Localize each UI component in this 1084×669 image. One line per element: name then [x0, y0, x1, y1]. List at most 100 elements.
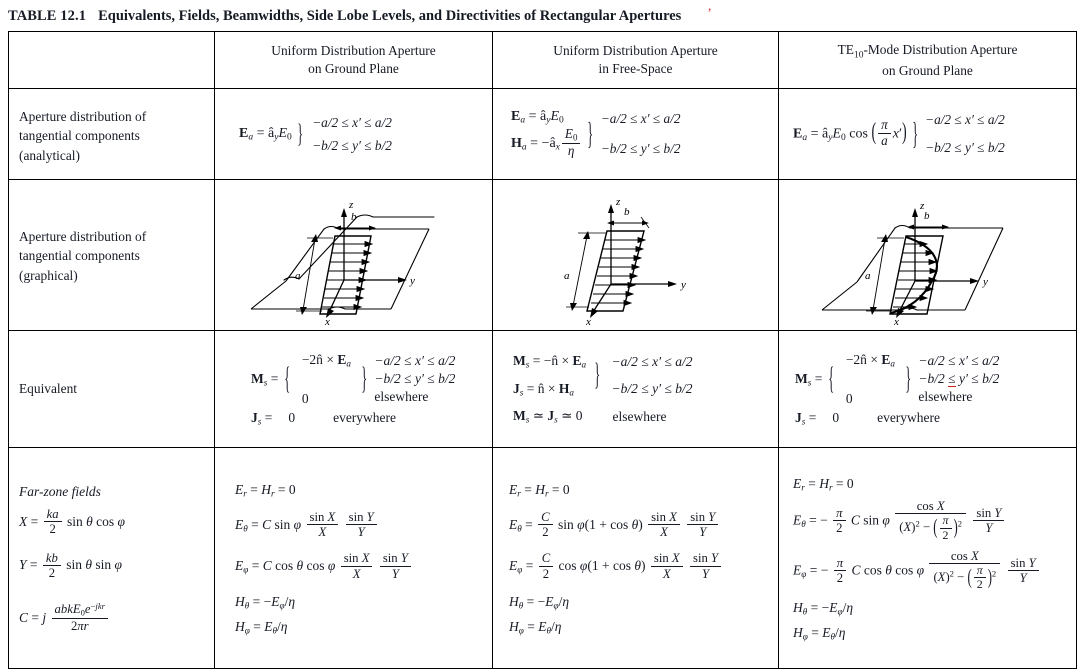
case-brace-close: } [361, 361, 368, 397]
table-title-bar: TABLE 12.1 Equivalents, Fields, Beamwidt… [8, 4, 1076, 28]
row-label-line-2: tangential components [19, 248, 140, 264]
eq-Hphi: Hφ = Eθ/η [509, 619, 562, 636]
equation-Ha-free-space: Ha = −âx E0 η [511, 127, 582, 159]
header-line-2: in Free-Space [598, 61, 673, 76]
eq-Ephi: Eφ = − π2 C cos θ cos φ cos X (X)2 − (π 2)… [793, 549, 1068, 593]
te-mode-subscript: 10 [853, 50, 864, 61]
cell-graphical-te10-ground-plane: z y x b a [778, 179, 1077, 331]
header-cell-blank [8, 31, 215, 89]
equation-Ms-Js-elsewhere: Ms ≃ Js ≃ 0 [513, 408, 583, 425]
equation-Ms-free-space: Ms = −n̂ × Ea [513, 353, 587, 370]
cell-equivalent-uniform-free-space: Ms = −n̂ × Ea Js = n̂ × Ha } −a/2 ≤ x′ ≤… [492, 330, 779, 448]
condition-y: −b/2 ≤ y′ ≤ b/2 [374, 371, 456, 387]
eq-Etheta: Eθ = C2 sin φ(1 + cos θ) sin XX sin YY [509, 510, 770, 540]
label-Js: Js = [251, 409, 273, 427]
header-line-1: Uniform Distribution Aperture [553, 43, 718, 59]
condition-x: −a/2 ≤ x′ ≤ a/2 [600, 111, 681, 126]
ms-case-2: 0 [845, 390, 853, 406]
row-label-line-1: Aperture distribution of [19, 109, 147, 125]
definition-Y: Y = kb 2 sin θ sin φ [19, 550, 123, 580]
figure-aperture-free-space-uniform: z y x b a [564, 196, 686, 326]
header-line-1: Uniform Distribution Aperture [271, 43, 436, 59]
cell-far-zone-uniform-ground-plane: Er = Hr = 0 Eθ = C sin φ sin XX sin YY E… [214, 447, 493, 669]
svg-text:y: y [409, 275, 415, 287]
header-line-2: on Ground Plane [308, 61, 399, 76]
table-header-row: Uniform Distribution Aperture on Ground … [8, 31, 1077, 89]
eq-Ephi: Eφ = C cos θ cos φ sin XX sin YY [235, 551, 484, 581]
row-label-line-2: tangential components [19, 128, 140, 144]
row-label-line-3: (analytical) [19, 147, 80, 163]
header-line-1: TE10-Mode Distribution Aperture [785, 41, 1070, 62]
label-Js: Js = [795, 409, 817, 427]
red-annotation-mark: ʼ [707, 4, 712, 20]
header-cell-uniform-free-space: Uniform Distribution Aperture in Free-Sp… [492, 31, 779, 89]
condition-x: −a/2 ≤ x′ ≤ a/2 [312, 114, 392, 130]
aperture-equivalents-table: Uniform Distribution Aperture on Ground … [8, 31, 1077, 669]
ms-case-1: −2n̂ × Ea [301, 351, 351, 369]
te-suffix: -Mode Distribution Aperture [863, 41, 1018, 57]
js-value: 0 [288, 409, 296, 425]
case-brace: } [911, 116, 918, 152]
condition-y: −b/2 ≤ y′ ≤ b/2 [611, 380, 693, 396]
header-line-2: on Ground Plane [882, 62, 973, 78]
svg-text:b: b [624, 206, 630, 218]
ms-case-2: 0 [301, 390, 309, 406]
cell-graphical-uniform-ground-plane: z y x b a [214, 179, 493, 331]
eq-Etheta: Eθ = − π2 C sin φ cos X (X)2 − (π 2)2 sin … [793, 499, 1068, 543]
js-value: 0 [832, 409, 840, 425]
case-brace-close: } [905, 361, 912, 397]
row-label-text: Equivalent [19, 381, 78, 397]
row-far-zone-fields: Far-zone fields X = ka 2 sin θ cos φ Y = … [8, 447, 1077, 669]
eq-Er-Hr: Er = Hr = 0 [509, 482, 570, 499]
row-label-equivalent: Equivalent [8, 330, 215, 448]
case-brace: } [297, 119, 303, 149]
condition-y: −b/2 ≤ y′ ≤ b/2 [925, 140, 1005, 155]
svg-text:x: x [324, 316, 330, 326]
label-elsewhere: elsewhere [612, 408, 667, 424]
row-label-aperture-graphical: Aperture distribution of tangential comp… [8, 179, 215, 331]
row-equivalent: Equivalent Ms = { −2n̂ × Ea 0 } −a/2 ≤ x… [8, 330, 1077, 448]
condition-elsewhere: elsewhere [918, 389, 973, 405]
row-aperture-distribution-graphical: Aperture distribution of tangential comp… [8, 179, 1077, 331]
case-brace: } [594, 357, 601, 393]
table-caption-text: Equivalents, Fields, Beamwidths, Side Lo… [98, 7, 682, 24]
svg-text:x: x [585, 316, 591, 326]
eq-Er-Hr: Er = Hr = 0 [793, 476, 854, 493]
header-cell-te10-ground-plane: TE10-Mode Distribution Aperture on Groun… [778, 31, 1077, 89]
cell-equivalent-te10-ground-plane: Ms = { −2n̂ × Ea 0 } −a/2 ≤ x′ ≤ a/2 −b/… [778, 330, 1077, 448]
definition-C: C = j abkE0e−jkr 2πr [19, 601, 206, 634]
eq-Er-Hr: Er = Hr = 0 [235, 482, 296, 499]
equation-Js-free-space: Js = n̂ × Ha [513, 380, 574, 398]
svg-text:z: z [615, 196, 621, 208]
figure-aperture-on-ground-plane-te10: z y x b a [821, 200, 1003, 326]
eq-Etheta: Eθ = C sin φ sin XX sin YY [235, 510, 484, 540]
ms-case-1: −2n̂ × Ea [845, 351, 895, 369]
eq-Htheta: Hθ = −Eφ/η [793, 599, 854, 617]
cell-analytical-te10-ground-plane: Ea = âyE0 cos (π a x′) } −a/2 ≤ x′ ≤ a/2 −… [778, 88, 1077, 180]
js-condition: everywhere [877, 409, 941, 425]
eq-Htheta: Hθ = −Eφ/η [235, 593, 296, 611]
cell-analytical-uniform-ground-plane: Ea = âyE0 } −a/2 ≤ x′ ≤ a/2 −b/2 ≤ y′ ≤ … [214, 88, 493, 180]
row-aperture-distribution-analytical: Aperture distribution of tangential comp… [8, 88, 1077, 180]
eq-Hphi: Hφ = Eθ/η [235, 619, 288, 636]
row-label-line-1: Aperture distribution of [19, 229, 147, 245]
eq-Hphi: Hφ = Eθ/η [793, 625, 846, 642]
svg-text:y: y [680, 279, 686, 291]
cell-graphical-uniform-free-space: z y x b a [492, 179, 779, 331]
condition-y: −b/2 ≤ y′ ≤ b/2 [312, 137, 392, 153]
svg-text:a: a [564, 270, 570, 282]
cell-far-zone-uniform-free-space: Er = Hr = 0 Eθ = C2 sin φ(1 + cos θ) sin… [492, 447, 779, 669]
condition-y: −b/2 ≤ y′ ≤ b/2 [918, 371, 1000, 388]
far-zone-heading: Far-zone fields [19, 483, 101, 499]
label-Ms: Ms = [795, 370, 823, 388]
condition-elsewhere: elsewhere [374, 389, 429, 405]
condition-x: −a/2 ≤ x′ ≤ a/2 [925, 112, 1005, 127]
js-condition: everywhere [333, 409, 397, 425]
svg-text:b: b [924, 210, 930, 222]
row-label-line-3: (graphical) [19, 267, 78, 283]
header-cell-uniform-ground-plane: Uniform Distribution Aperture on Ground … [214, 31, 493, 89]
svg-text:x: x [893, 316, 899, 326]
case-brace-open: { [828, 361, 835, 397]
equation-Ea-free-space: Ea = âyE0 [511, 108, 564, 126]
row-label-aperture-analytical: Aperture distribution of tangential comp… [8, 88, 215, 180]
